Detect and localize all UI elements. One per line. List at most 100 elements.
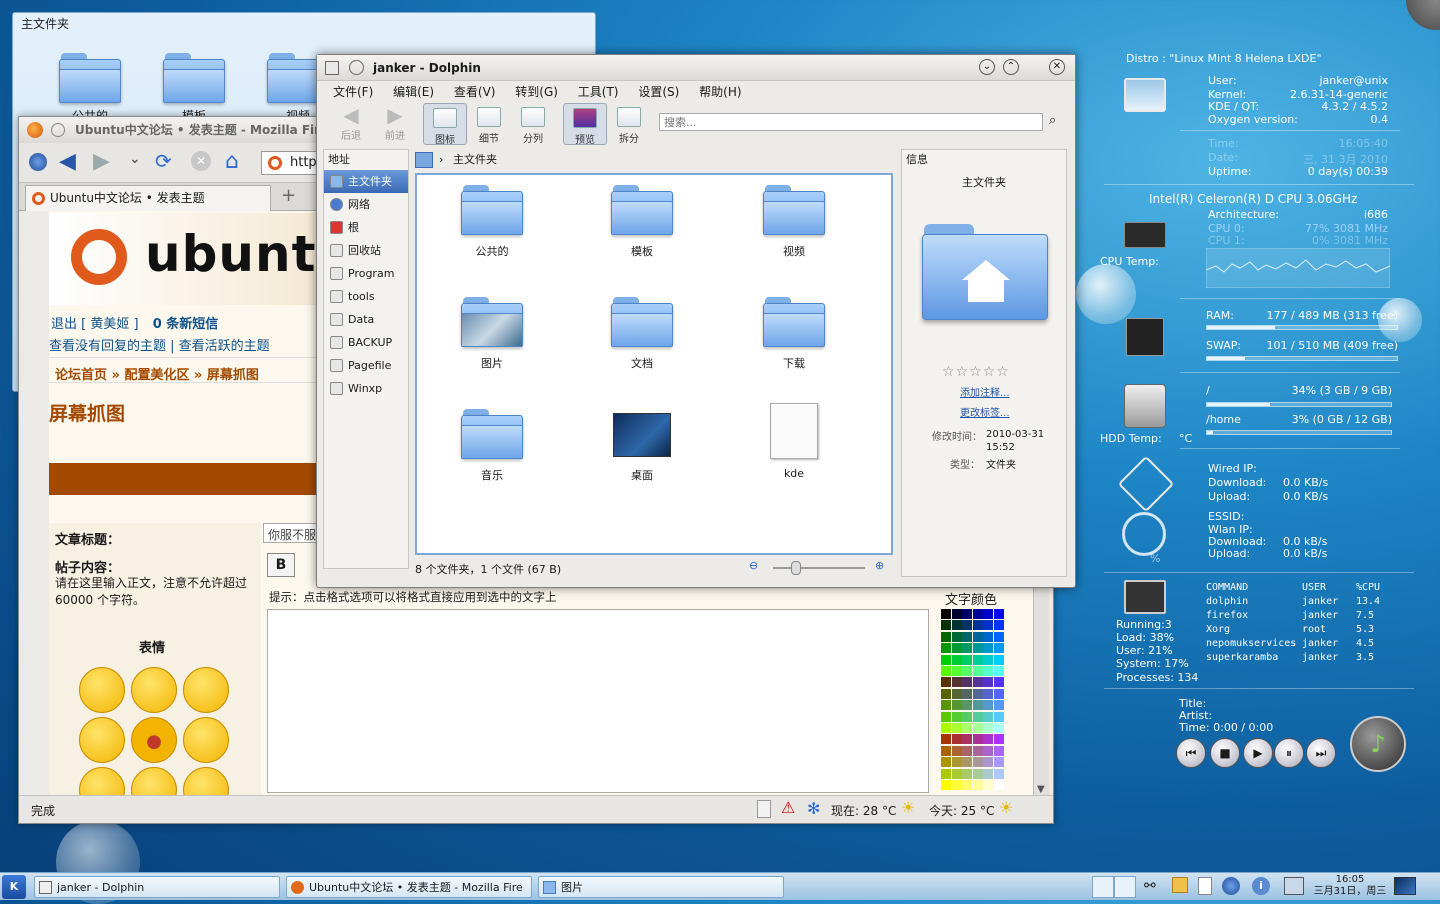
pager-icon[interactable] — [1092, 876, 1136, 898]
message-textarea[interactable] — [267, 609, 929, 793]
add-comment-link[interactable]: 添加注释... — [960, 384, 1010, 399]
file-item-public[interactable]: 公共的 — [437, 185, 547, 259]
clock[interactable]: 16:05 三月31日，周三 — [1310, 874, 1390, 898]
color-swatch[interactable] — [951, 643, 962, 654]
color-swatch[interactable] — [962, 620, 972, 631]
columns-view-button[interactable]: 分列 — [511, 103, 555, 145]
messages-link[interactable]: 0 条新短信 — [153, 317, 219, 332]
zoom-slider-handle[interactable] — [791, 561, 801, 575]
rating-stars-icon[interactable]: ☆☆☆☆☆ — [942, 364, 1010, 380]
color-swatch[interactable] — [962, 677, 972, 688]
color-swatch[interactable] — [941, 677, 951, 688]
color-swatch[interactable] — [941, 654, 951, 665]
globe-tray-icon[interactable] — [1222, 877, 1240, 895]
color-swatch[interactable] — [972, 643, 983, 654]
folder-item[interactable]: 模板 — [159, 53, 229, 124]
color-swatch[interactable] — [951, 745, 962, 756]
file-item-kde[interactable]: kde — [739, 403, 849, 480]
color-swatch[interactable] — [972, 609, 983, 619]
logout-link[interactable]: 退出 [ 黄美姬 ] — [51, 317, 139, 332]
color-swatch[interactable] — [951, 780, 962, 790]
color-swatch[interactable] — [983, 780, 993, 790]
color-swatch[interactable] — [962, 780, 972, 790]
color-swatch[interactable] — [993, 711, 1004, 722]
color-swatch[interactable] — [962, 757, 972, 768]
color-swatch[interactable] — [962, 666, 972, 676]
weather-today[interactable]: 今天: 25 °C — [929, 802, 994, 819]
color-swatch[interactable] — [983, 609, 993, 619]
color-swatch[interactable] — [983, 688, 993, 699]
color-swatch[interactable] — [983, 723, 993, 733]
color-swatch[interactable] — [951, 620, 962, 631]
color-swatch[interactable] — [941, 666, 951, 676]
color-swatch[interactable] — [972, 723, 983, 733]
color-swatch[interactable] — [941, 745, 951, 756]
preview-button[interactable]: 预览 — [563, 103, 607, 146]
color-swatch[interactable] — [983, 757, 993, 768]
color-swatch[interactable] — [972, 780, 983, 790]
place-root[interactable]: 根 — [324, 216, 408, 239]
music-player-icon[interactable]: ♪ — [1350, 716, 1406, 772]
color-swatch[interactable] — [972, 734, 983, 745]
menu-help[interactable]: 帮助(H) — [699, 85, 741, 99]
globe-icon[interactable] — [29, 153, 47, 171]
file-item-downloads[interactable]: 下载 — [739, 297, 849, 371]
color-swatch[interactable] — [951, 711, 962, 722]
home-icon[interactable] — [415, 152, 433, 168]
new-tab-icon[interactable]: + — [281, 185, 296, 206]
monitor-tray-icon[interactable] — [1284, 877, 1304, 895]
maximize-icon[interactable]: ⌃ — [1003, 59, 1019, 75]
color-swatch[interactable] — [993, 745, 1004, 756]
place-data[interactable]: Data — [324, 308, 408, 331]
info-tray-icon[interactable]: i — [1252, 877, 1270, 895]
chevron-down-icon[interactable]: ⌄ — [129, 151, 141, 167]
page-icon[interactable] — [757, 800, 771, 818]
search-input[interactable] — [659, 113, 1043, 131]
back-button[interactable]: ◀ 后退 — [329, 103, 373, 145]
emoticon-shout-icon[interactable] — [131, 717, 177, 763]
view-links[interactable]: 查看没有回复的主题 | 查看活跃的主题 — [49, 335, 270, 354]
color-swatch[interactable] — [941, 631, 951, 642]
minimize-icon[interactable]: ⌄ — [979, 59, 995, 75]
scroll-down-icon[interactable]: ▼ — [1037, 784, 1045, 795]
color-swatch[interactable] — [993, 688, 1004, 699]
forward-arrow-icon[interactable]: ▶ — [93, 149, 110, 174]
dolphin-window[interactable]: janker - Dolphin ⌄ ⌃ ✕ 文件(F) 编辑(E) 查看(V)… — [316, 54, 1076, 588]
file-view[interactable]: 公共的 模板 视频 图片 文档 下载 音乐 桌面 kde — [415, 173, 893, 555]
folder-tray-icon[interactable] — [1172, 877, 1188, 893]
color-swatch[interactable] — [993, 757, 1004, 768]
pin-icon[interactable] — [349, 60, 364, 75]
color-swatch[interactable] — [962, 745, 972, 756]
icons-view-button[interactable]: 图标 — [423, 103, 467, 146]
color-swatch[interactable] — [962, 768, 972, 779]
color-swatch[interactable] — [993, 666, 1004, 676]
color-swatch[interactable] — [972, 688, 983, 699]
place-program[interactable]: Program — [324, 262, 408, 285]
kde-menu-icon[interactable]: K — [2, 875, 26, 899]
emoticon-grin-icon[interactable] — [183, 717, 229, 763]
zoom-in-icon[interactable]: ⊕ — [875, 559, 884, 572]
emoticon-smirk-icon[interactable] — [183, 667, 229, 713]
color-swatch[interactable] — [983, 768, 993, 779]
next-track-icon[interactable]: ⏭ — [1306, 738, 1336, 768]
color-swatch[interactable] — [962, 654, 972, 665]
file-item-pictures[interactable]: 图片 — [437, 297, 547, 371]
color-swatch[interactable] — [993, 643, 1004, 654]
emoticon-smile-icon[interactable] — [79, 667, 125, 713]
color-swatch[interactable] — [972, 768, 983, 779]
color-swatch[interactable] — [941, 688, 951, 699]
place-home[interactable]: 主文件夹 — [324, 170, 408, 193]
color-swatch[interactable] — [941, 711, 951, 722]
stop-icon[interactable]: ✕ — [191, 151, 211, 171]
color-swatch[interactable] — [951, 734, 962, 745]
file-item-videos[interactable]: 视频 — [739, 185, 849, 259]
subject-input[interactable]: 你服不服 — [263, 523, 323, 543]
menu-tools[interactable]: 工具(T) — [578, 85, 619, 99]
color-swatch[interactable] — [983, 700, 993, 711]
pause-icon[interactable]: ⏸ — [1274, 738, 1304, 768]
color-swatch[interactable] — [983, 666, 993, 676]
color-swatch[interactable] — [951, 700, 962, 711]
color-swatch[interactable] — [962, 631, 972, 642]
corner-orb[interactable] — [1406, 0, 1440, 30]
color-swatch[interactable] — [972, 700, 983, 711]
